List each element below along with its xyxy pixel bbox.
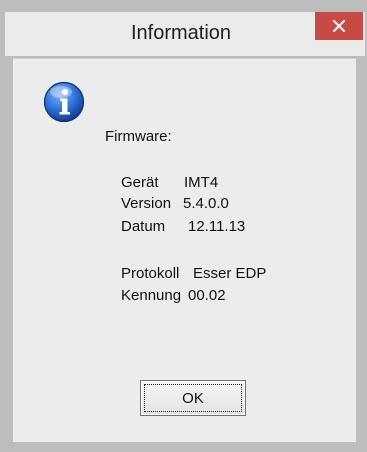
ok-button-label: OK (182, 389, 204, 407)
information-dialog: Information Firmware: Gerät IMT4 Version… (0, 0, 367, 452)
device-value: IMT4 (184, 174, 219, 191)
version-value: 5.4.0.0 (183, 195, 229, 212)
dialog-body: Firmware: Gerät IMT4 Version 5.4.0.0 Dat… (13, 58, 356, 442)
id-label: Kennung (121, 287, 182, 304)
dialog-title: Information (130, 22, 232, 44)
close-icon (333, 20, 345, 32)
device-label: Gerät (121, 174, 159, 191)
protocol-value: Esser EDP (193, 265, 267, 282)
title-bar[interactable]: Information (5, 12, 365, 56)
ok-button[interactable]: OK (140, 380, 246, 416)
close-button[interactable] (315, 12, 363, 40)
date-value: 12.11.13 (188, 218, 246, 235)
date-label: Datum (121, 218, 166, 235)
version-label: Version (121, 195, 172, 212)
firmware-heading: Firmware: (105, 128, 172, 145)
info-icon (43, 81, 85, 123)
id-value: 00.02 (188, 287, 226, 304)
protocol-label: Protokoll (121, 265, 180, 282)
